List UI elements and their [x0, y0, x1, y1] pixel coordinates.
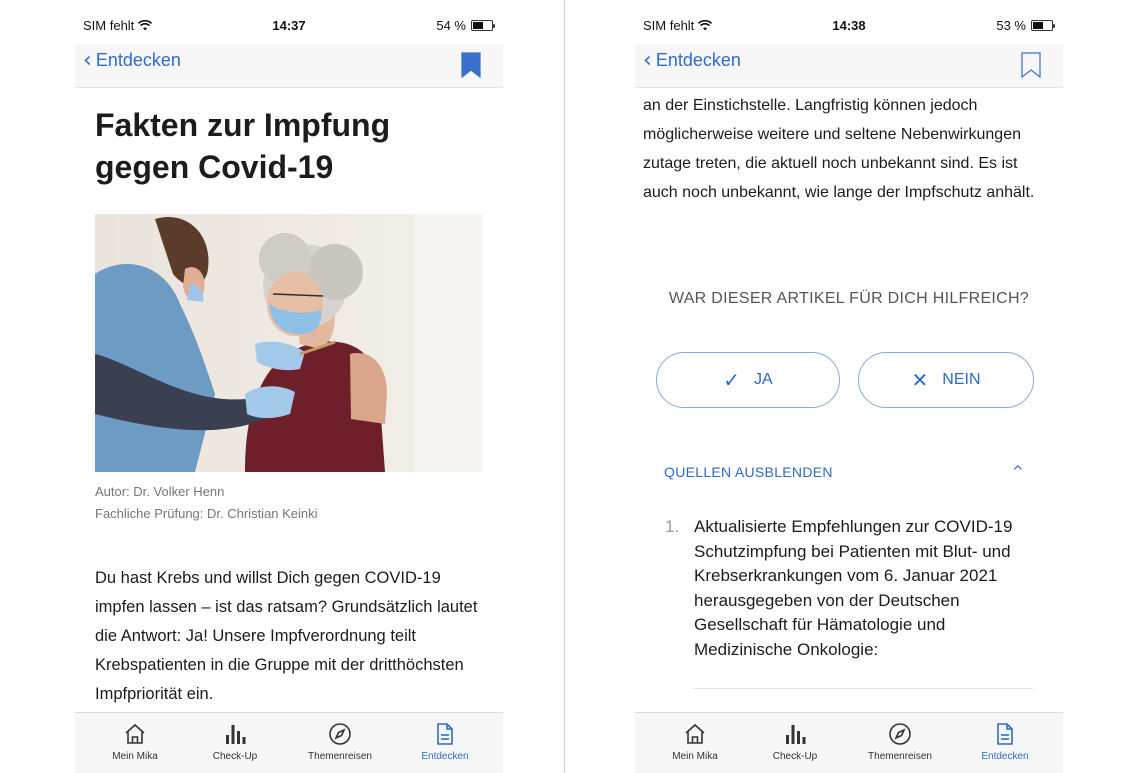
sources-toggle-label: QUELLEN AUSBLENDEN	[664, 464, 833, 480]
screenshot-divider	[564, 0, 565, 773]
tab-label: Themenreisen	[308, 751, 372, 762]
reviewer: Fachliche Prüfung: Dr. Christian Keinki	[95, 506, 318, 521]
tab-label: Themenreisen	[868, 751, 932, 762]
checkmark-icon: ✓	[723, 368, 741, 392]
article-body-text: an der Einstichstelle. Langfristig könne…	[643, 97, 1035, 201]
chevron-up-icon: ^	[1011, 464, 1024, 480]
tab-themenreisen[interactable]: Themenreisen	[300, 721, 380, 762]
nav-bar: ‹ Entdecken	[75, 44, 503, 88]
feedback-question: WAR DIESER ARTIKEL FÜR DICH HILFREICH?	[668, 290, 1030, 307]
battery-icon	[1031, 20, 1055, 31]
article-meta: Autor: Dr. Volker Henn Fachliche Prüfung…	[95, 481, 318, 525]
feedback-no-label: NEIN	[942, 371, 981, 388]
battery-icon	[471, 20, 495, 31]
tab-themenreisen[interactable]: Themenreisen	[860, 721, 940, 762]
bar-chart-icon	[786, 725, 806, 744]
compass-icon	[329, 723, 351, 745]
phone-screen-left: SIM fehlt 14:37 54 % ‹ Entdecken Fakten …	[75, 10, 503, 773]
sources-toggle[interactable]: QUELLEN AUSBLENDEN ^	[664, 464, 1024, 486]
status-bar: SIM fehlt 14:38 53 %	[635, 10, 1063, 40]
author: Autor: Dr. Volker Henn	[95, 484, 225, 499]
battery-percent: 53 %	[996, 18, 1026, 33]
tab-label: Check-Up	[772, 751, 818, 762]
document-icon	[437, 723, 453, 745]
article-content: Fakten zur Impfung gegen Covid-19 Autor:…	[75, 89, 503, 707]
back-label: Entdecken	[95, 50, 181, 70]
tab-label: Entdecken	[421, 751, 469, 762]
document-icon	[997, 723, 1013, 745]
close-icon: ✕	[911, 368, 929, 392]
tab-mein-mika[interactable]: Mein Mika	[655, 721, 735, 762]
status-bar: SIM fehlt 14:37 54 %	[75, 10, 503, 40]
tab-entdecken[interactable]: Entdecken	[405, 721, 485, 762]
article-content: an der Einstichstelle. Langfristig könne…	[635, 89, 1063, 707]
tab-label: Entdecken	[981, 751, 1029, 762]
battery-percent: 54 %	[436, 18, 466, 33]
back-button[interactable]: ‹ Entdecken	[83, 47, 181, 73]
source-text: Aktualisierte Empfehlungen zur COVID-19 …	[694, 517, 1013, 659]
article-hero-image	[95, 214, 483, 472]
bookmark-icon[interactable]	[461, 52, 481, 78]
article-intro: Du hast Krebs und willst Dich gegen COVI…	[95, 569, 478, 703]
tab-check-up[interactable]: Check-Up	[195, 721, 275, 762]
tab-label: Mein Mika	[672, 751, 718, 762]
bookmark-outline-icon[interactable]	[1021, 52, 1041, 78]
back-button[interactable]: ‹ Entdecken	[643, 47, 741, 73]
tab-bar: Mein Mika Check-Up Themenreisen Entdecke…	[635, 712, 1063, 773]
source-number: 1.	[665, 517, 680, 536]
back-label: Entdecken	[655, 50, 741, 70]
chevron-left-icon: ‹	[83, 47, 92, 73]
tab-entdecken[interactable]: Entdecken	[965, 721, 1045, 762]
home-icon	[125, 723, 145, 744]
chevron-left-icon: ‹	[643, 47, 652, 73]
source-separator	[693, 688, 1033, 689]
feedback-no-button[interactable]: ✕ NEIN	[858, 352, 1034, 408]
feedback-yes-label: JA	[754, 371, 773, 388]
tab-label: Check-Up	[212, 751, 258, 762]
tab-bar: Mein Mika Check-Up Themenreisen Entdecke…	[75, 712, 503, 773]
compass-icon	[889, 723, 911, 745]
tab-label: Mein Mika	[112, 751, 158, 762]
bar-chart-icon	[226, 725, 246, 744]
feedback-yes-button[interactable]: ✓ JA	[656, 352, 840, 408]
phone-screen-right: SIM fehlt 14:38 53 % ‹ Entdecken an der …	[635, 10, 1063, 773]
tab-check-up[interactable]: Check-Up	[755, 721, 835, 762]
tab-mein-mika[interactable]: Mein Mika	[95, 721, 175, 762]
home-icon	[685, 723, 705, 744]
article-title: Fakten zur Impfung gegen Covid-19	[95, 107, 391, 185]
nav-bar: ‹ Entdecken	[635, 44, 1063, 88]
